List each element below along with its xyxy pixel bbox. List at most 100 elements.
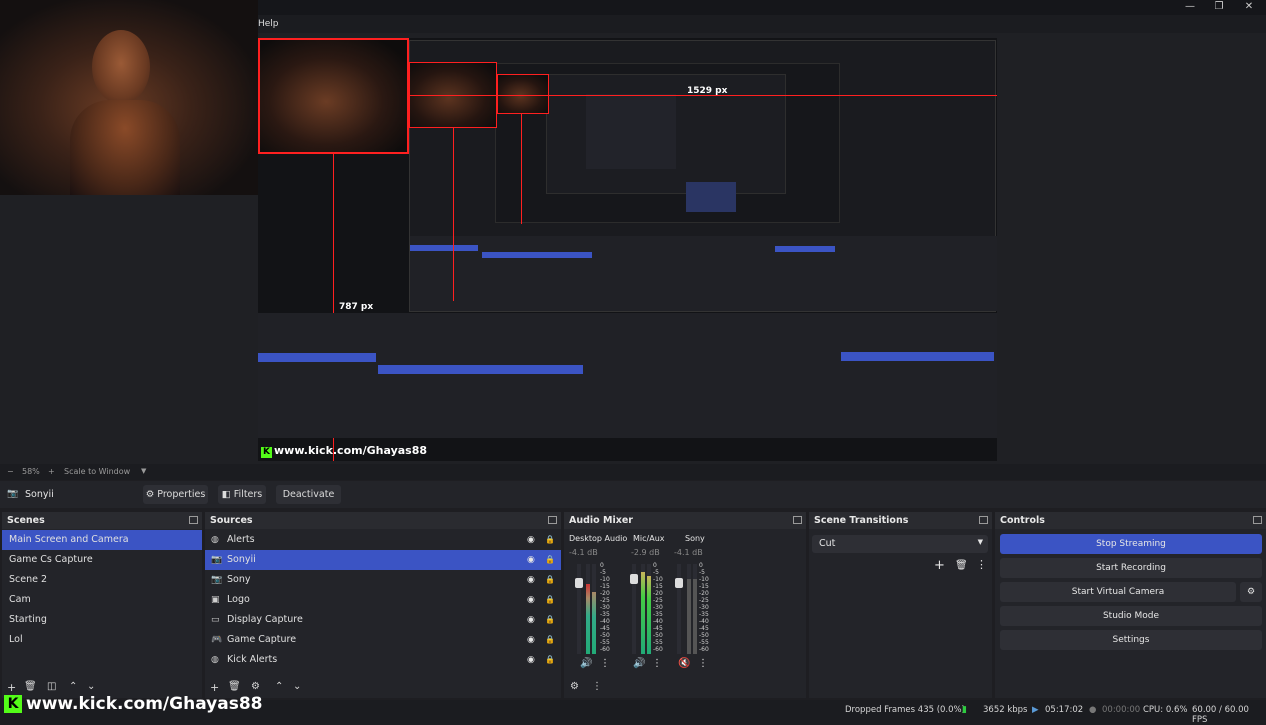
zoom-dropdown-icon[interactable]: ▼ bbox=[141, 467, 146, 475]
scene-transitions-title: Scene Transitions bbox=[814, 515, 909, 526]
db-scale-tick: -45 bbox=[653, 625, 663, 632]
volume-slider-track[interactable] bbox=[675, 564, 683, 654]
db-scale-tick: -25 bbox=[699, 597, 709, 604]
db-scale-tick: -55 bbox=[699, 639, 709, 646]
dock-float-icon[interactable] bbox=[548, 516, 557, 524]
speaker-icon[interactable]: 🔊 bbox=[580, 658, 592, 669]
eye-icon[interactable]: ◉ bbox=[527, 655, 537, 665]
source-item[interactable]: ◍ Alerts ◉ 🔒 bbox=[205, 530, 561, 550]
eye-icon[interactable]: ◉ bbox=[527, 615, 537, 625]
volume-slider-handle[interactable] bbox=[630, 574, 638, 584]
remove-source-icon[interactable]: 🗑 bbox=[228, 681, 241, 692]
lock-icon[interactable]: 🔒 bbox=[545, 655, 555, 665]
eye-icon[interactable]: ◉ bbox=[527, 575, 537, 585]
lock-icon[interactable]: 🔒 bbox=[545, 535, 555, 545]
dock-float-icon[interactable] bbox=[979, 516, 988, 524]
lock-icon[interactable]: 🔒 bbox=[545, 575, 555, 585]
zoom-mode[interactable]: Scale to Window bbox=[64, 467, 130, 476]
studio-mode-button[interactable]: Studio Mode bbox=[1000, 606, 1262, 626]
more-options-icon[interactable]: ⋮ bbox=[600, 658, 610, 669]
more-options-icon[interactable]: ⋮ bbox=[652, 658, 662, 669]
fps: 60.00 / 60.00 FPS bbox=[1192, 705, 1249, 725]
start-recording-button[interactable]: Start Recording bbox=[1000, 558, 1262, 578]
source-item[interactable]: ▭ Display Capture ◉ 🔒 bbox=[205, 610, 561, 630]
add-transition-icon[interactable]: + bbox=[934, 558, 945, 573]
source-item[interactable]: 🎮 Game Capture ◉ 🔒 bbox=[205, 630, 561, 650]
volume-slider-handle[interactable] bbox=[675, 578, 683, 588]
db-scale-tick: -30 bbox=[600, 604, 610, 611]
scene-item[interactable]: Main Screen and Camera bbox=[2, 530, 202, 550]
image-icon: ▣ bbox=[211, 595, 220, 605]
volume-slider-track[interactable] bbox=[630, 564, 638, 654]
deactivate-button[interactable]: Deactivate bbox=[276, 485, 341, 504]
dock-float-icon[interactable] bbox=[793, 516, 802, 524]
minimize-button[interactable]: — bbox=[1175, 0, 1205, 15]
speaker-muted-icon[interactable]: 🔇 bbox=[678, 658, 690, 669]
transition-select-value: Cut bbox=[819, 538, 836, 549]
db-scale: 0 -5 -10 -15 -20 -25 -30 -35 -40 -45 -50 -55 -60 bbox=[600, 562, 614, 653]
filters-button[interactable]: ◧ Filters bbox=[218, 485, 266, 504]
eye-icon[interactable]: ◉ bbox=[527, 635, 537, 645]
virtual-camera-settings-gear-icon[interactable]: ⚙ bbox=[1240, 582, 1262, 602]
eye-icon[interactable]: ◉ bbox=[527, 555, 537, 565]
volume-slider-track[interactable] bbox=[575, 564, 583, 654]
dock-float-icon[interactable] bbox=[189, 516, 198, 524]
lock-icon[interactable]: 🔒 bbox=[545, 555, 555, 565]
dock-float-icon[interactable] bbox=[1253, 516, 1262, 524]
webcam-body bbox=[70, 100, 180, 195]
zoom-out-button[interactable]: − bbox=[7, 467, 14, 476]
more-options-icon[interactable]: ⋮ bbox=[698, 658, 708, 669]
scene-item[interactable]: Cam bbox=[2, 590, 202, 610]
remove-transition-icon[interactable]: 🗑 bbox=[955, 560, 968, 571]
eye-icon[interactable]: ◉ bbox=[527, 535, 537, 545]
menu-help[interactable]: Help bbox=[258, 19, 279, 29]
source-settings-gear-icon[interactable]: ⚙ bbox=[251, 681, 260, 692]
advanced-audio-gear-icon[interactable]: ⚙ bbox=[570, 681, 579, 692]
sources-dock-header: Sources bbox=[205, 512, 561, 529]
lock-icon[interactable]: 🔒 bbox=[545, 595, 555, 605]
scene-item[interactable]: Scene 2 bbox=[2, 570, 202, 590]
source-item[interactable]: 📷 Sonyii ◉ 🔒 bbox=[205, 550, 561, 570]
more-options-icon[interactable]: ⋮ bbox=[976, 558, 987, 571]
source-item[interactable]: 📷 Sony ◉ 🔒 bbox=[205, 570, 561, 590]
filter-icon: ◧ bbox=[221, 489, 231, 500]
preview-webcam-thumb-3 bbox=[497, 74, 549, 114]
add-scene-icon[interactable]: + bbox=[7, 681, 16, 694]
audio-mixer-header: Audio Mixer bbox=[564, 512, 806, 529]
measure-guide-vertical-3 bbox=[521, 114, 522, 224]
record-time: 00:00:00 bbox=[1102, 705, 1141, 715]
db-scale-tick: -55 bbox=[600, 639, 610, 646]
remove-scene-icon[interactable]: 🗑 bbox=[24, 681, 37, 692]
db-scale-tick: -10 bbox=[600, 576, 610, 583]
restore-button[interactable]: ❐ bbox=[1204, 0, 1234, 15]
properties-button[interactable]: ⚙ Properties bbox=[143, 485, 208, 504]
zoom-in-button[interactable]: + bbox=[48, 467, 55, 476]
settings-button[interactable]: Settings bbox=[1000, 630, 1262, 650]
stop-streaming-button[interactable]: Stop Streaming bbox=[1000, 534, 1262, 554]
source-item[interactable]: ▣ Logo ◉ 🔒 bbox=[205, 590, 561, 610]
scene-item[interactable]: Starting bbox=[2, 610, 202, 630]
scene-item[interactable]: Game Cs Capture bbox=[2, 550, 202, 570]
speaker-icon[interactable]: 🔊 bbox=[633, 658, 645, 669]
scene-filters-icon[interactable]: ◫ bbox=[47, 681, 56, 692]
move-down-icon[interactable]: ⌄ bbox=[293, 681, 301, 692]
scene-item[interactable]: Lol bbox=[2, 630, 202, 650]
source-item[interactable]: ◍ Kick Alerts ◉ 🔒 bbox=[205, 650, 561, 670]
measure-guide-vertical-2 bbox=[453, 128, 454, 301]
close-button[interactable]: ✕ bbox=[1234, 0, 1264, 15]
zoom-value: 58% bbox=[22, 467, 40, 476]
lock-icon[interactable]: 🔒 bbox=[545, 635, 555, 645]
eye-icon[interactable]: ◉ bbox=[527, 595, 537, 605]
move-down-icon[interactable]: ⌄ bbox=[87, 681, 95, 692]
preview-canvas[interactable]: 1529 px 787 px Kwww.kick.com/Ghayas88 bbox=[258, 38, 997, 461]
start-virtual-camera-button[interactable]: Start Virtual Camera bbox=[1000, 582, 1236, 602]
lock-icon[interactable]: 🔒 bbox=[545, 615, 555, 625]
stream-icon: ▶ bbox=[1032, 705, 1039, 715]
camera-icon: 📷 bbox=[211, 575, 223, 585]
move-up-icon[interactable]: ⌃ bbox=[69, 681, 77, 692]
transition-select[interactable]: Cut ▼ bbox=[812, 535, 988, 553]
volume-slider-handle[interactable] bbox=[575, 578, 583, 588]
more-options-icon[interactable]: ⋮ bbox=[592, 681, 602, 692]
move-up-icon[interactable]: ⌃ bbox=[275, 681, 283, 692]
add-source-icon[interactable]: + bbox=[210, 681, 219, 694]
